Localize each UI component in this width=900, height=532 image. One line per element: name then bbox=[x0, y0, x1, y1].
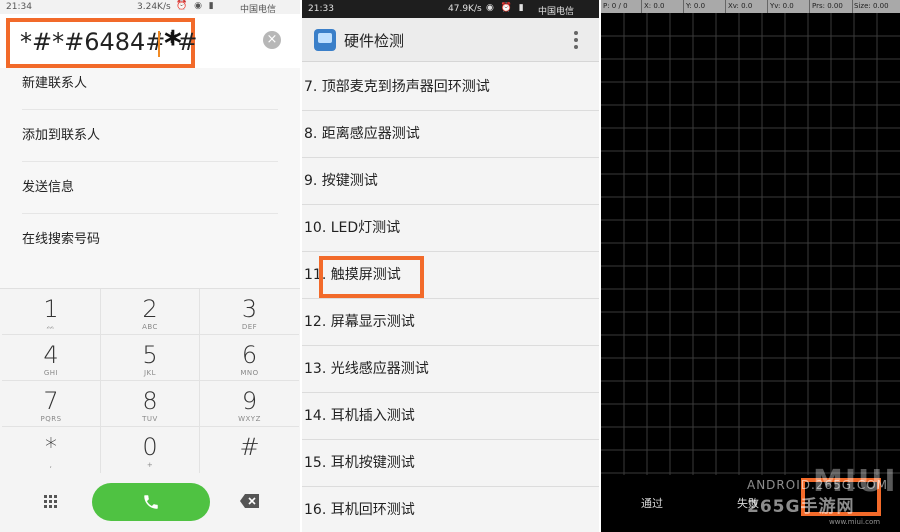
pass-button[interactable]: 通过 bbox=[641, 495, 663, 511]
text-caret bbox=[158, 31, 160, 57]
dialpad-grid-icon[interactable] bbox=[44, 495, 58, 509]
key-digit: # bbox=[239, 433, 260, 461]
y-readout: Y: 0.0 bbox=[686, 2, 706, 10]
phone-icon bbox=[144, 495, 158, 509]
x-readout: X: 0.0 bbox=[644, 2, 665, 10]
size-readout: Size: 0.00 bbox=[854, 2, 889, 10]
voicemail-icon: ᨐ bbox=[46, 323, 56, 331]
test-item-headset-loopback[interactable]: 16. 耳机回环测试 bbox=[302, 487, 599, 532]
key-digit: 0 bbox=[142, 433, 158, 461]
page-title: 硬件检测 bbox=[344, 32, 405, 50]
call-button[interactable] bbox=[92, 483, 210, 521]
hardware-test-screen: 21:33 47.9K/s ◉ ⏰ ▮ 中国电信 硬件检测 7. 顶部麦克到扬声… bbox=[302, 0, 599, 532]
menu-item-add-to-contact[interactable]: 添加到联系人 bbox=[22, 110, 278, 162]
test-item-led[interactable]: 10. LED灯测试 bbox=[302, 205, 599, 252]
key-8[interactable]: 8 TUV bbox=[101, 381, 200, 427]
menu-item-send-message[interactable]: 发送信息 bbox=[22, 162, 278, 214]
key-digit: 3 bbox=[241, 295, 258, 323]
menu-item-online-search[interactable]: 在线搜索号码 bbox=[22, 214, 278, 266]
key-digit: 7 bbox=[43, 387, 59, 415]
key-letters: MNO bbox=[240, 369, 259, 377]
pressure-readout: Prs: 0.00 bbox=[812, 2, 843, 10]
test-item-light-sensor[interactable]: 13. 光线感应器测试 bbox=[302, 346, 599, 393]
status-carrier: 中国电信 bbox=[538, 7, 575, 17]
key-letters: + bbox=[146, 461, 154, 469]
key-7[interactable]: 7 PQRS bbox=[2, 381, 101, 427]
test-item-display[interactable]: 12. 屏幕显示测试 bbox=[302, 299, 599, 346]
key-digit: 9 bbox=[241, 387, 258, 415]
key-letters: ABC bbox=[142, 323, 158, 331]
key-letters: DEF bbox=[241, 323, 258, 331]
status-bar: 21:33 47.9K/s ◉ ⏰ ▮ 中国电信 bbox=[302, 0, 599, 18]
key-1[interactable]: 1ᨐ bbox=[2, 289, 101, 335]
test-item-proximity[interactable]: 8. 距离感应器测试 bbox=[302, 111, 599, 158]
key-digit: 1 bbox=[43, 295, 59, 323]
key-digit: 5 bbox=[142, 341, 158, 369]
yv-readout: Yv: 0.0 bbox=[770, 2, 794, 10]
test-item-headset-plug[interactable]: 14. 耳机插入测试 bbox=[302, 393, 599, 440]
status-time: 21:34 bbox=[6, 2, 32, 12]
dial-keypad: 1ᨐ 2 ABC 3 DEF 4 GHI 5 JKL 6 MNO 7 PQRS 8 TUV 9… bbox=[0, 288, 300, 476]
dialer-screen: 21:34 3.24K/s ⏰ ◉ ▮ 中国电信 *#*#6484#*# * ×… bbox=[0, 0, 300, 532]
key-hash[interactable]: # bbox=[200, 427, 299, 473]
key-digit: 2 bbox=[142, 295, 158, 323]
key-0[interactable]: 0 + bbox=[101, 427, 200, 473]
key-letters: TUV bbox=[142, 415, 158, 423]
pointer-info-bar: P: 0 / 0 X: 0.0 Y: 0.0 Xv: 0.0 Yv: 0.0 P… bbox=[601, 0, 900, 13]
touch-test-screen[interactable]: P: 0 / 0 X: 0.0 Y: 0.0 Xv: 0.0 Yv: 0.0 P… bbox=[601, 0, 900, 532]
menu-item-new-contact[interactable]: 新建联系人 bbox=[22, 58, 278, 110]
key-letters: JKL bbox=[143, 369, 157, 377]
touch-grid[interactable] bbox=[601, 13, 900, 475]
status-speed: 47.9K/s bbox=[448, 4, 482, 14]
key-digit: 4 bbox=[43, 341, 59, 369]
clear-number-button[interactable]: × bbox=[263, 31, 281, 49]
key-4[interactable]: 4 GHI bbox=[2, 335, 101, 381]
hardware-test-app-icon bbox=[314, 29, 336, 51]
key-star[interactable]: *, bbox=[2, 427, 101, 473]
test-item-mic-loopback[interactable]: 7. 顶部麦克到扬声器回环测试 bbox=[302, 64, 599, 111]
key-9[interactable]: 9 WXYZ bbox=[200, 381, 299, 427]
key-letters: GHI bbox=[43, 369, 59, 377]
key-digit: 6 bbox=[241, 341, 258, 369]
test-item-headset-button[interactable]: 15. 耳机按键测试 bbox=[302, 440, 599, 487]
pointer-count: P: 0 / 0 bbox=[603, 2, 628, 10]
status-time: 21:33 bbox=[308, 4, 334, 14]
backspace-icon[interactable] bbox=[240, 494, 259, 508]
action-bar: 硬件检测 bbox=[302, 18, 599, 62]
touchscreen-highlight bbox=[319, 256, 424, 298]
key-digit: 8 bbox=[142, 387, 158, 415]
status-bar: 21:34 3.24K/s ⏰ ◉ ▮ 中国电信 bbox=[0, 0, 300, 15]
screenshot-collage: 21:34 3.24K/s ⏰ ◉ ▮ 中国电信 *#*#6484#*# * ×… bbox=[0, 0, 900, 532]
test-item-keys[interactable]: 9. 按键测试 bbox=[302, 158, 599, 205]
watermark-265g: 265G手游网 bbox=[747, 497, 855, 517]
status-icons: ◉ ⏰ ▮ bbox=[486, 3, 526, 13]
key-letters: WXYZ bbox=[238, 415, 261, 423]
key-digit: * bbox=[45, 433, 57, 461]
watermark-url: www.miui.com bbox=[829, 518, 881, 526]
watermark-android: ANDROID.265G.COM bbox=[747, 478, 888, 492]
close-icon: × bbox=[266, 32, 278, 47]
status-icons: ⏰ ◉ ▮ bbox=[176, 1, 216, 11]
key-6[interactable]: 6 MNO bbox=[200, 335, 299, 381]
dialer-bottom-bar bbox=[0, 476, 300, 532]
key-3[interactable]: 3 DEF bbox=[200, 289, 299, 335]
key-letters: , bbox=[49, 461, 53, 469]
status-speed: 3.24K/s bbox=[137, 2, 171, 12]
key-2[interactable]: 2 ABC bbox=[101, 289, 200, 335]
key-letters: PQRS bbox=[40, 415, 62, 423]
xv-readout: Xv: 0.0 bbox=[728, 2, 753, 10]
key-5[interactable]: 5 JKL bbox=[101, 335, 200, 381]
overflow-menu-icon[interactable] bbox=[574, 31, 578, 49]
